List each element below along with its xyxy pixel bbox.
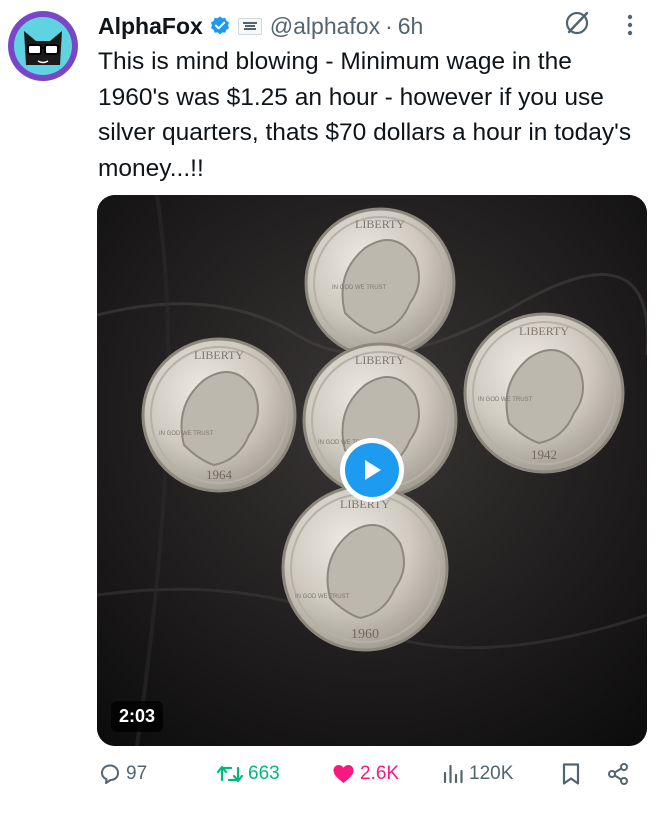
coin-4-side-text: IN GOD WE TRUST (478, 397, 533, 403)
coin-2-top-text: LIBERTY (194, 348, 244, 362)
coin-2-date: 1964 (206, 467, 233, 482)
reply-icon (101, 764, 119, 784)
video-duration: 2:03 (111, 701, 164, 732)
video-media[interactable]: LIBERTY IN GOD WE TRUST LIBERTY 1964 IN … (97, 195, 647, 746)
coin-4-top-text: LIBERTY (519, 324, 569, 338)
action-bar: 97 663 2.6K 120K (0, 762, 664, 792)
avatar-image (14, 17, 72, 75)
coin-2: LIBERTY 1964 IN GOD WE TRUST (141, 337, 297, 493)
bookmark-icon (562, 763, 580, 785)
repost-button[interactable]: 663 (216, 762, 280, 786)
more-icon[interactable] (620, 12, 640, 38)
repost-count: 663 (248, 763, 280, 784)
verified-badge-icon[interactable] (209, 15, 231, 37)
coin-4-date: 1942 (531, 447, 557, 462)
author-name[interactable]: AlphaFox (98, 13, 203, 40)
post-header: AlphaFox @alphafox · 6h (98, 10, 423, 42)
separator-dot: · (385, 12, 393, 39)
like-button[interactable]: 2.6K (331, 762, 399, 786)
bookmark-button[interactable] (560, 762, 582, 786)
coin-5-side-text: IN GOD WE TRUST (295, 594, 350, 600)
share-button[interactable] (606, 762, 630, 786)
play-icon (345, 443, 399, 497)
reply-button[interactable]: 97 (98, 762, 147, 786)
coin-1-side-text: IN GOD WE TRUST (332, 285, 387, 291)
post-text: This is mind blowing - Minimum wage in t… (98, 48, 632, 182)
coin-5-date: 1960 (351, 627, 379, 642)
views-icon (443, 764, 463, 784)
like-count: 2.6K (360, 763, 400, 784)
reply-count: 97 (126, 763, 148, 784)
views-count: 120K (469, 763, 514, 784)
author-handle[interactable]: @alphafox (270, 13, 380, 40)
views-button[interactable]: 120K (441, 762, 513, 786)
coin-1-top-text: LIBERTY (355, 217, 405, 231)
avatar[interactable] (8, 11, 78, 81)
affiliate-badge-icon[interactable] (237, 17, 262, 35)
post-time[interactable]: 6h (398, 13, 424, 40)
coin-2-side-text: IN GOD WE TRUST (159, 431, 214, 437)
share-icon (608, 763, 628, 785)
play-button[interactable] (340, 438, 404, 502)
heart-icon (333, 765, 354, 783)
coin-5: LIBERTY 1960 IN GOD WE TRUST (281, 484, 449, 652)
repost-icon (216, 765, 244, 783)
coin-3-top-text: LIBERTY (355, 353, 405, 367)
coin-4: LIBERTY 1942 IN GOD WE TRUST (463, 312, 625, 474)
coin-1: LIBERTY IN GOD WE TRUST (304, 207, 456, 359)
grok-icon[interactable] (562, 8, 592, 38)
